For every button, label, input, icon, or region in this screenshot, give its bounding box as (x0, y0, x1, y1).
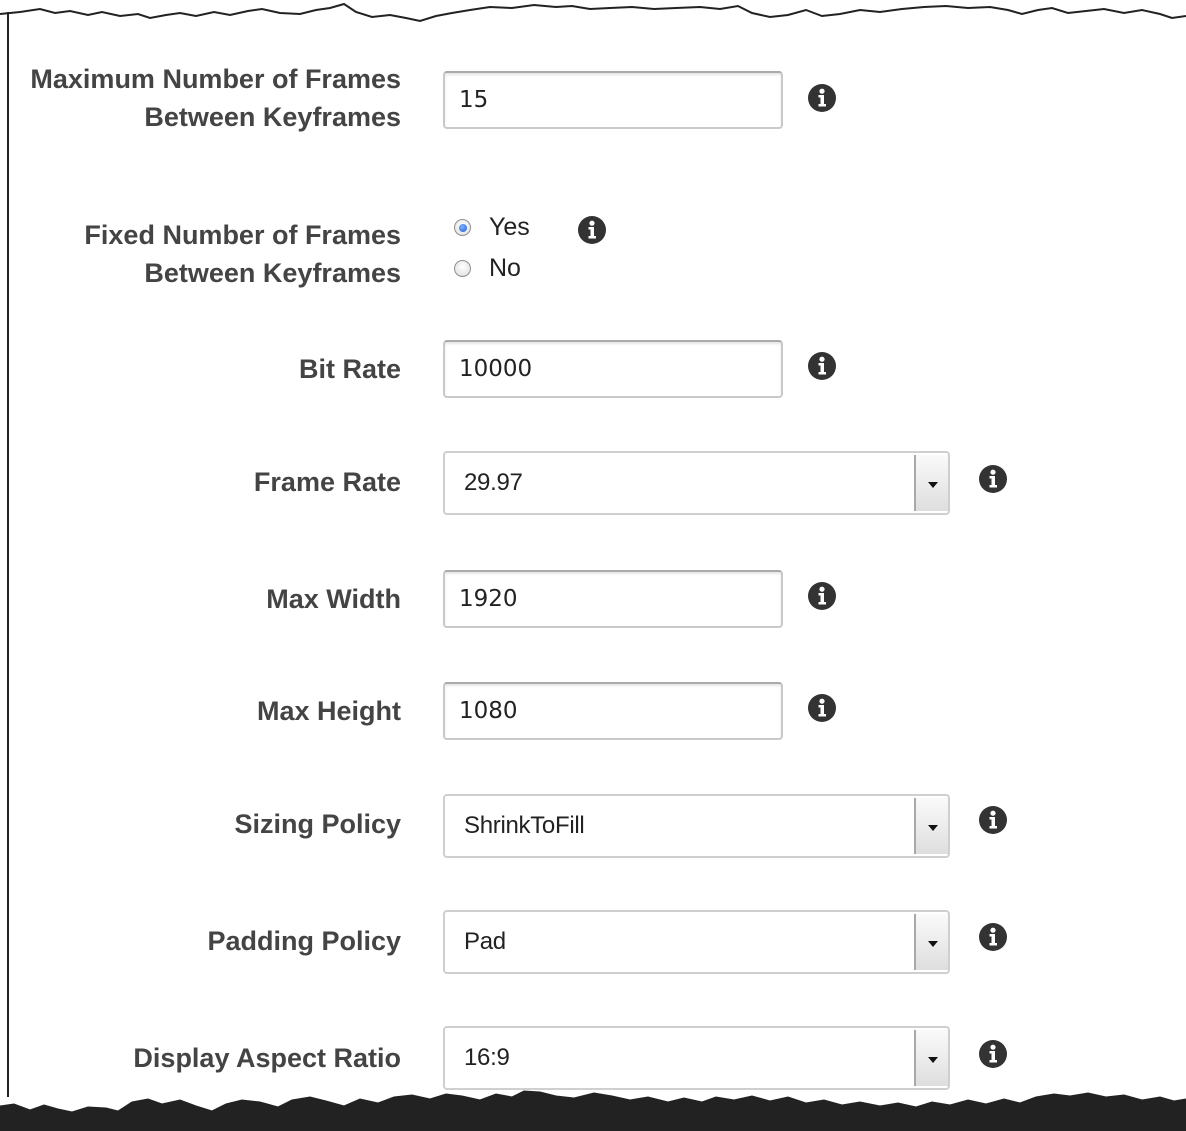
info-icon[interactable] (979, 806, 1007, 834)
display-aspect-ratio-value: 16:9 (464, 1044, 510, 1071)
max-frames-label: Maximum Number of Frames Between Keyfram… (21, 60, 401, 136)
radio-no[interactable] (454, 260, 471, 277)
max-height-label: Max Height (256, 696, 401, 726)
frame-rate-value: 29.97 (464, 469, 523, 496)
max-frames-label-text: Maximum Number of Frames Between Keyfram… (30, 64, 401, 132)
display-aspect-ratio-select[interactable]: 16:9 (443, 1026, 950, 1090)
padding-policy-label: Padding Policy (207, 926, 401, 956)
info-icon[interactable] (979, 1040, 1007, 1068)
radio-yes-label[interactable]: Yes (489, 213, 530, 242)
info-icon[interactable] (979, 465, 1007, 493)
torn-top-edge (0, 2, 1186, 23)
radio-no-label[interactable]: No (489, 254, 521, 283)
max-height-input[interactable]: 1080 (443, 682, 783, 740)
radio-option-no[interactable]: No (454, 248, 530, 289)
left-border (7, 12, 9, 1097)
fixed-frames-label-text: Fixed Number of Frames Between Keyframes (84, 220, 401, 288)
max-width-label: Max Width (266, 584, 401, 614)
fixed-frames-radio-group: Yes No (454, 207, 530, 289)
bit-rate-label: Bit Rate (298, 354, 401, 384)
radio-yes[interactable] (454, 219, 471, 236)
max-frames-input[interactable]: 15 (443, 71, 783, 129)
sizing-policy-value: ShrinkToFill (464, 812, 585, 839)
info-icon[interactable] (979, 923, 1007, 951)
sizing-policy-label: Sizing Policy (234, 809, 401, 839)
display-aspect-ratio-label: Display Aspect Ratio (133, 1043, 401, 1073)
frame-rate-select[interactable]: 29.97 (443, 451, 950, 515)
chevron-down-icon[interactable] (914, 455, 948, 511)
torn-bottom-edge (0, 1090, 1186, 1131)
info-icon[interactable] (808, 582, 836, 610)
sizing-policy-select[interactable]: ShrinkToFill (443, 794, 950, 858)
info-icon[interactable] (808, 84, 836, 112)
bit-rate-input[interactable]: 10000 (443, 340, 783, 398)
info-icon[interactable] (808, 694, 836, 722)
chevron-down-icon[interactable] (914, 798, 948, 854)
max-width-input[interactable]: 1920 (443, 570, 783, 628)
fixed-frames-label: Fixed Number of Frames Between Keyframes (21, 216, 401, 292)
chevron-down-icon[interactable] (914, 1030, 948, 1086)
padding-policy-select[interactable]: Pad (443, 910, 950, 974)
frame-rate-label: Frame Rate (253, 467, 401, 497)
radio-option-yes[interactable]: Yes (454, 207, 530, 248)
chevron-down-icon[interactable] (914, 914, 948, 970)
info-icon[interactable] (808, 352, 836, 380)
info-icon[interactable] (578, 216, 606, 244)
padding-policy-value: Pad (464, 928, 506, 955)
